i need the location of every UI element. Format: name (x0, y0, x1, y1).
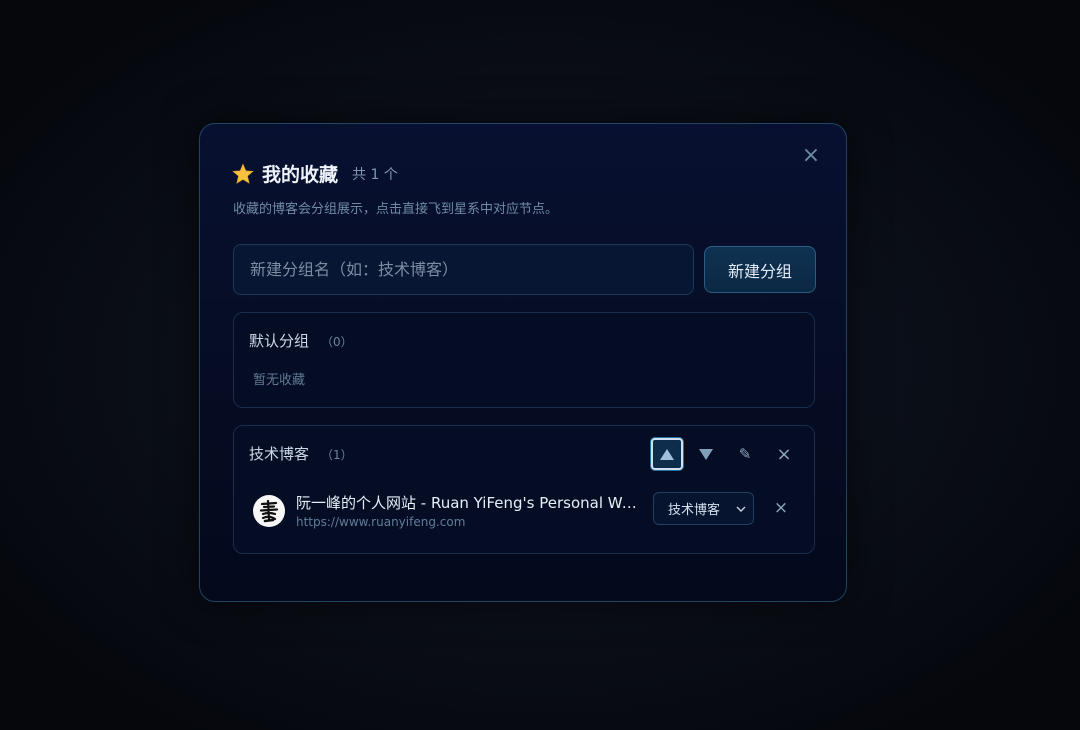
group-select-value: 技术博客 (668, 503, 721, 518)
delete-group-button[interactable]: × (768, 438, 800, 470)
dialog-title: 我的收藏 (262, 164, 339, 186)
favorites-count: 共 1 个 (352, 166, 398, 183)
group-header: 技术博客 （1） (249, 443, 353, 464)
bookmark-url: https://www.ruanyifeng.com (296, 515, 466, 529)
create-group-button[interactable]: 新建分组 (704, 246, 816, 293)
move-up-button[interactable] (651, 438, 683, 470)
close-icon[interactable]: × (800, 145, 822, 167)
group-count: （1） (321, 448, 353, 462)
favorites-dialog: × 我的收藏 共 1 个 收藏的博客会分组展示，点击直接飞到星系中对应节点。 新… (199, 123, 847, 602)
dialog-header: 我的收藏 共 1 个 (232, 160, 398, 187)
group-header: 默认分组 （0） (249, 330, 353, 351)
group-select[interactable]: 技术博客 (653, 492, 754, 525)
move-down-button[interactable] (690, 438, 722, 470)
pencil-icon: ✎ (738, 445, 752, 463)
move-up-icon (660, 448, 674, 460)
rename-group-button[interactable]: ✎ (729, 438, 761, 470)
bookmark-item[interactable]: 阮一峰的个人网站 - Ruan YiFeng's Personal Websit… (253, 492, 803, 532)
move-down-icon (699, 448, 713, 460)
chevron-down-icon (736, 506, 746, 512)
close-icon: × (776, 443, 792, 465)
group-name: 技术博客 (249, 445, 310, 463)
favicon-calligraphy-icon (259, 499, 279, 523)
group-name: 默认分组 (249, 332, 310, 350)
remove-bookmark-button[interactable]: × (768, 495, 794, 521)
star-icon (232, 162, 254, 184)
group-card-tech: 技术博客 （1） ✎ × 阮一峰的个人网站 - Ruan YiFeng's Pe… (233, 425, 815, 554)
group-card-default: 默认分组 （0） 暂无收藏 (233, 312, 815, 408)
group-actions: ✎ × (644, 438, 800, 470)
empty-group-text: 暂无收藏 (253, 373, 306, 388)
site-favicon (253, 495, 285, 527)
group-count: （0） (321, 335, 353, 349)
new-group-name-input[interactable] (233, 244, 694, 295)
dialog-subtitle: 收藏的博客会分组展示，点击直接飞到星系中对应节点。 (233, 202, 559, 217)
bookmark-title[interactable]: 阮一峰的个人网站 - Ruan YiFeng's Personal Websit… (296, 492, 642, 513)
